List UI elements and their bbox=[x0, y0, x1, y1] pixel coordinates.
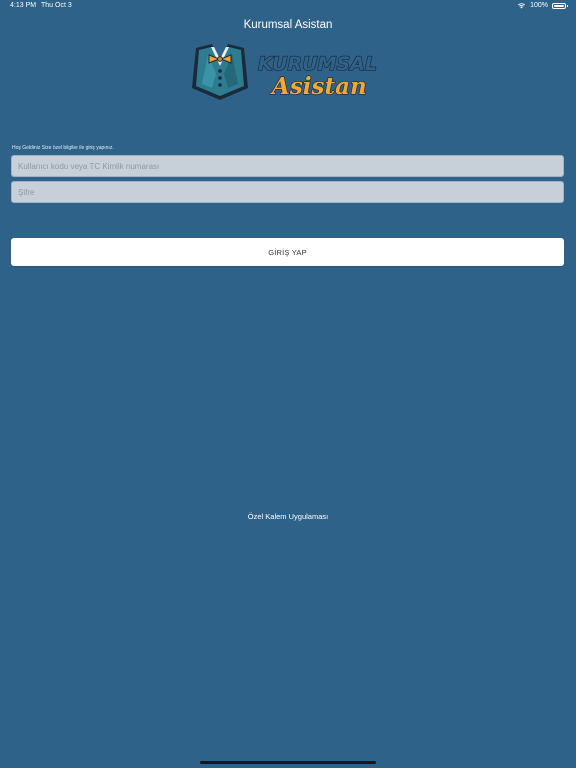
wifi-icon bbox=[517, 3, 526, 9]
status-indicators: 100% bbox=[517, 2, 568, 9]
logo-text-kurumsal: KURUMSAL bbox=[258, 53, 377, 75]
vest-icon bbox=[192, 44, 248, 100]
username-input[interactable] bbox=[11, 155, 564, 177]
status-date: Thu Oct 3 bbox=[41, 2, 72, 9]
logo-text-asistan: Asistan bbox=[270, 73, 367, 100]
status-time: 4:13 PM bbox=[10, 2, 37, 9]
app-logo: KURUMSAL Asistan bbox=[192, 44, 378, 101]
footer-text: Özel Kalem Uygulaması bbox=[247, 512, 329, 521]
welcome-text: Hoş Geldiniz Size özel bilgiler ile giri… bbox=[12, 145, 114, 151]
status-bar: 4:13 PM Thu Oct 3 100% bbox=[0, 0, 576, 14]
battery-percent: 100% bbox=[530, 2, 548, 9]
login-screen: 4:13 PM Thu Oct 3 100% Kurumsal Asistan bbox=[0, 0, 576, 768]
password-input[interactable] bbox=[11, 181, 564, 203]
home-indicator[interactable] bbox=[200, 761, 376, 764]
page-title: Kurumsal Asistan bbox=[243, 19, 333, 31]
battery-icon bbox=[552, 2, 568, 9]
login-button[interactable]: GİRİŞ YAP bbox=[11, 238, 564, 266]
